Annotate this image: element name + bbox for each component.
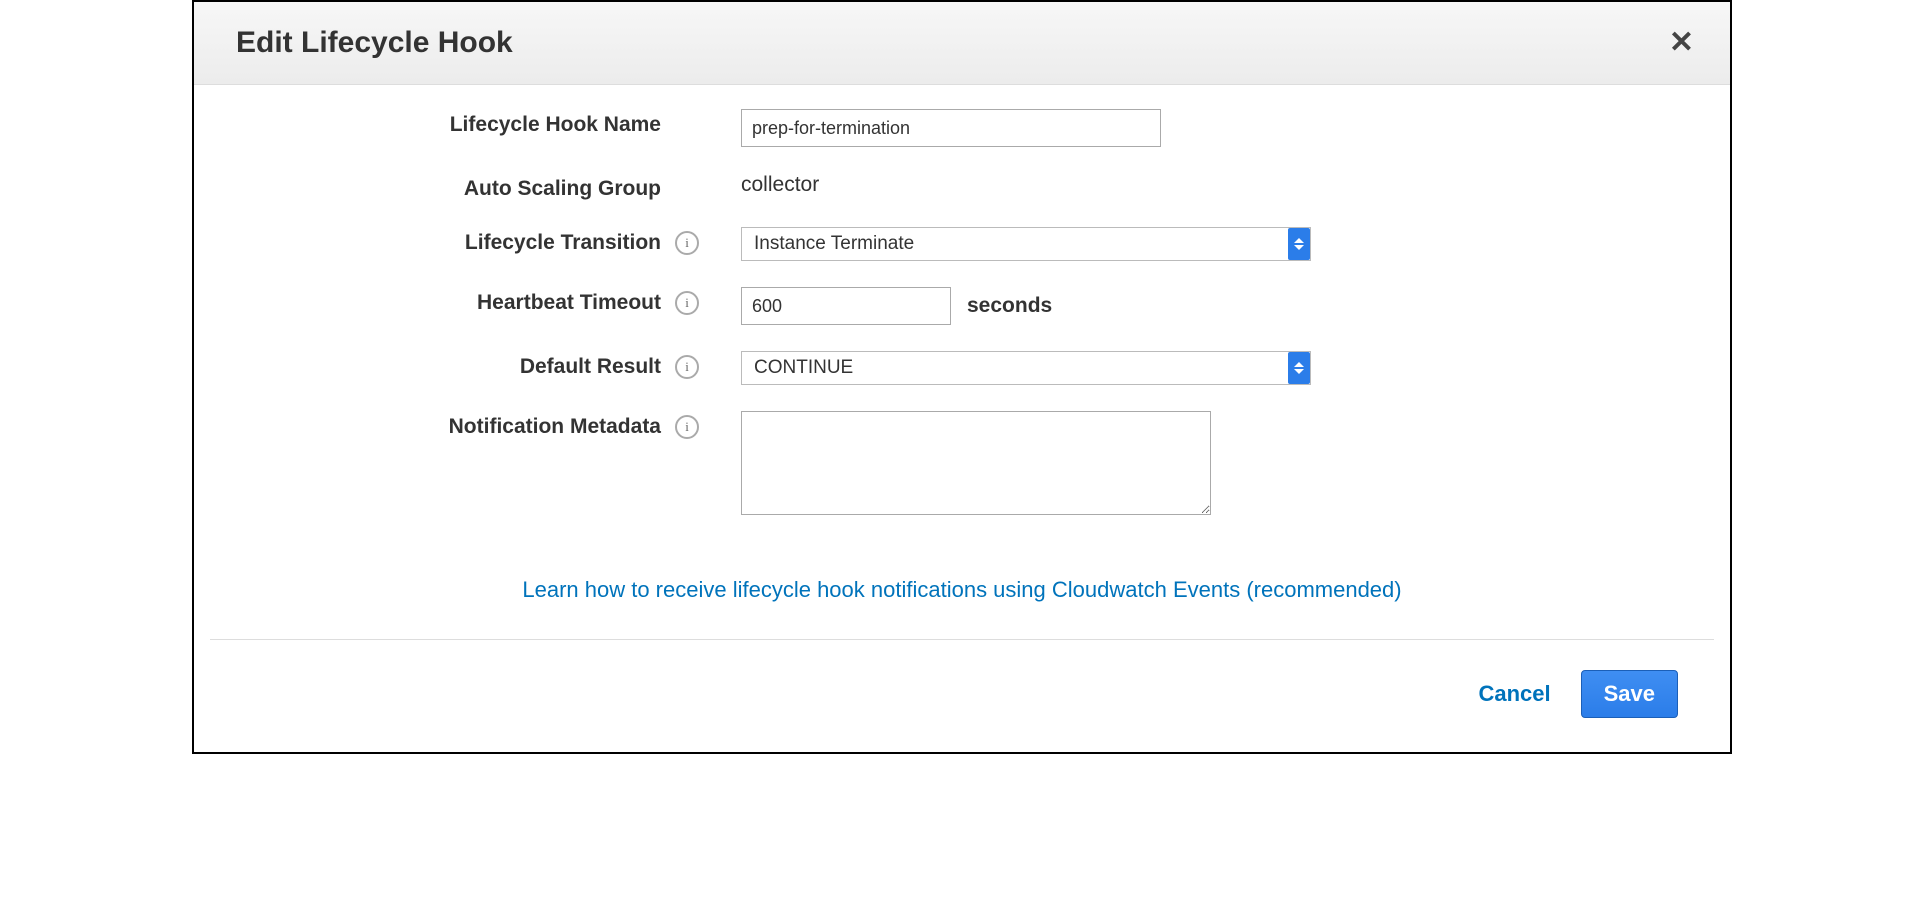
label-col: Heartbeat Timeout i	[218, 287, 713, 315]
hook-name-label: Lifecycle Hook Name	[450, 113, 661, 137]
label-col: Notification Metadata i	[218, 411, 713, 439]
label-col: Auto Scaling Group	[218, 173, 713, 201]
heartbeat-label: Heartbeat Timeout	[477, 291, 661, 315]
chevron-updown-icon	[1288, 352, 1310, 384]
info-icon[interactable]: i	[675, 231, 699, 255]
default-result-label: Default Result	[520, 355, 661, 379]
transition-label: Lifecycle Transition	[465, 231, 661, 255]
metadata-textarea[interactable]	[741, 411, 1211, 515]
control-col	[713, 109, 1706, 147]
transition-select-value: Instance Terminate	[742, 233, 1288, 255]
edit-lifecycle-hook-dialog: Edit Lifecycle Hook ✕ Lifecycle Hook Nam…	[192, 0, 1732, 754]
close-icon[interactable]: ✕	[1661, 24, 1702, 62]
heartbeat-suffix: seconds	[967, 294, 1052, 318]
label-col: Lifecycle Transition i	[218, 227, 713, 255]
dialog-header: Edit Lifecycle Hook ✕	[194, 2, 1730, 85]
help-link-row: Learn how to receive lifecycle hook noti…	[218, 541, 1706, 627]
dialog-footer: Cancel Save	[210, 639, 1714, 752]
control-col: Instance Terminate	[713, 227, 1706, 261]
control-col: seconds	[713, 287, 1706, 325]
row-transition: Lifecycle Transition i Instance Terminat…	[218, 227, 1706, 261]
info-icon[interactable]: i	[675, 355, 699, 379]
metadata-label: Notification Metadata	[449, 415, 661, 439]
hook-name-input[interactable]	[741, 109, 1161, 147]
heartbeat-input[interactable]	[741, 287, 951, 325]
control-col: collector	[713, 173, 1706, 197]
row-heartbeat: Heartbeat Timeout i seconds	[218, 287, 1706, 325]
transition-select[interactable]: Instance Terminate	[741, 227, 1311, 261]
control-col	[713, 411, 1706, 515]
row-metadata: Notification Metadata i	[218, 411, 1706, 515]
default-result-select[interactable]: CONTINUE	[741, 351, 1311, 385]
row-default-result: Default Result i CONTINUE	[218, 351, 1706, 385]
info-icon[interactable]: i	[675, 415, 699, 439]
control-col: CONTINUE	[713, 351, 1706, 385]
label-col: Lifecycle Hook Name	[218, 109, 713, 137]
asg-label: Auto Scaling Group	[464, 177, 661, 201]
asg-value: collector	[741, 173, 819, 197]
save-button[interactable]: Save	[1581, 670, 1678, 718]
cancel-button[interactable]: Cancel	[1472, 673, 1556, 715]
cloudwatch-help-link[interactable]: Learn how to receive lifecycle hook noti…	[522, 577, 1401, 602]
row-asg: Auto Scaling Group collector	[218, 173, 1706, 201]
dialog-body: Lifecycle Hook Name Auto Scaling Group c…	[194, 85, 1730, 639]
info-icon[interactable]: i	[675, 291, 699, 315]
chevron-updown-icon	[1288, 228, 1310, 260]
dialog-title: Edit Lifecycle Hook	[236, 26, 513, 60]
default-result-select-value: CONTINUE	[742, 357, 1288, 379]
label-col: Default Result i	[218, 351, 713, 379]
row-hook-name: Lifecycle Hook Name	[218, 109, 1706, 147]
